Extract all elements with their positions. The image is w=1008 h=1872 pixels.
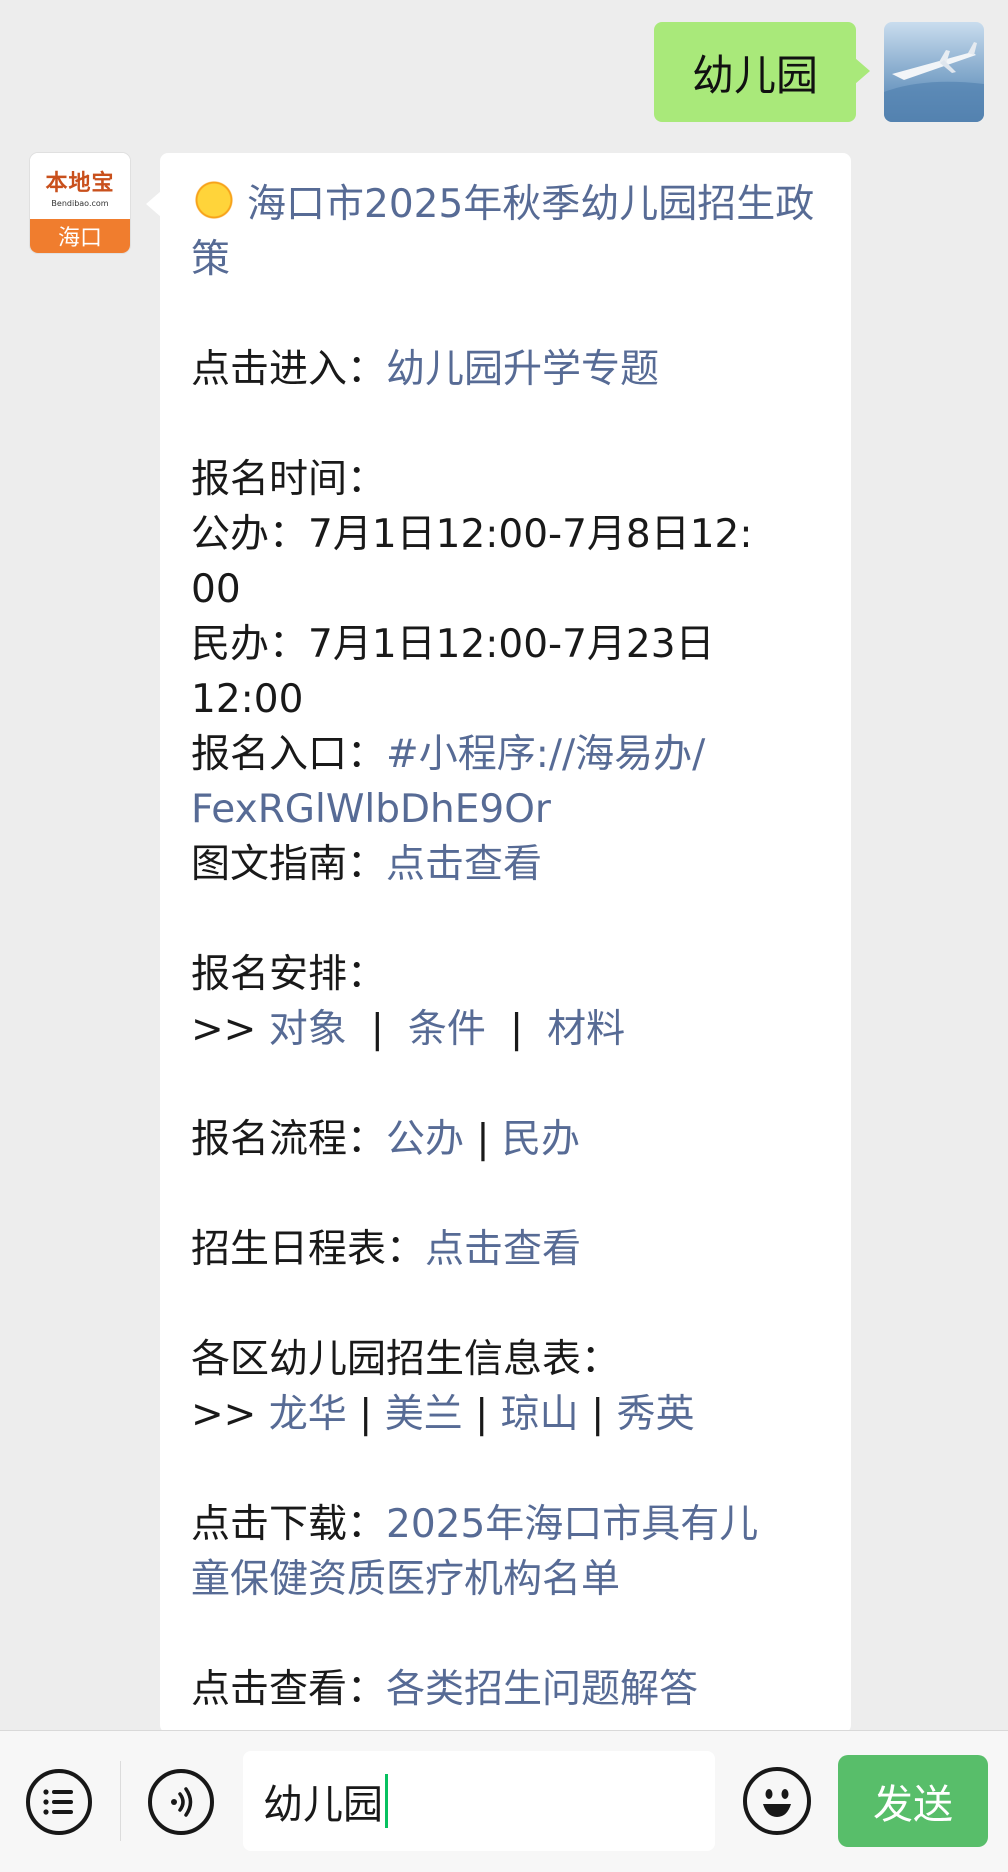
district-heading: 各区幼儿园招生信息表： [191, 1337, 621, 1382]
outgoing-message-row: 幼儿园 [653, 22, 984, 122]
download-link-cont[interactable]: 童保健资质医疗机构名单 [191, 1552, 821, 1607]
incoming-message-bubble: 海口市2025年秋季幼儿园招生政策 点击进入：幼儿园升学专题 报名时间： 公办：… [146, 153, 851, 1733]
flow-link-public[interactable]: 公办 [386, 1117, 464, 1162]
district-prefix: >> [191, 1392, 269, 1437]
time-public-line-1: 公办：7月1日12:00-7月8日12: [191, 512, 753, 557]
avatar-brand: 本地宝 [45, 169, 115, 196]
arrange-link-materials[interactable]: 材料 [547, 1007, 625, 1052]
guide-link[interactable]: 点击查看 [386, 842, 542, 887]
schedule-label: 招生日程表： [191, 1227, 426, 1272]
time-private-line-2: 12:00 [191, 677, 304, 722]
bar-divider [120, 1761, 121, 1841]
avatar-city: 海口 [30, 219, 130, 253]
district-line: >> 龙华 | 美兰 | 琼山 | 秀英 [191, 1392, 695, 1437]
faq-line: 点击查看：各类招生问题解答 [191, 1662, 821, 1717]
entrance-link[interactable]: #小程序://海易办/ [386, 732, 705, 777]
avatar-brand-sub: Bendibao.com [51, 198, 109, 208]
district-link-meilan[interactable]: 美兰 [385, 1392, 463, 1437]
flow-link-private[interactable]: 民办 [502, 1117, 580, 1162]
text-caret [385, 1774, 388, 1828]
bendibao-avatar[interactable]: 本地宝 Bendibao.com 海口 [30, 153, 130, 253]
message-title-line[interactable]: 海口市2025年秋季幼儿园招生政策 [191, 177, 821, 287]
voice-input-icon[interactable] [148, 1769, 214, 1835]
entry-line: 点击进入：幼儿园升学专题 [191, 342, 821, 397]
outgoing-message-bubble[interactable]: 幼儿园 [653, 22, 871, 122]
flow-line: 报名流程：公办 | 民办 [191, 1117, 580, 1162]
arrange-link-conditions[interactable]: 条件 [408, 1007, 486, 1052]
arrange-heading: 报名安排： [191, 952, 387, 997]
time-heading: 报名时间： [191, 457, 387, 502]
airplane-icon [884, 42, 984, 122]
emoji-icon[interactable] [743, 1767, 811, 1835]
guide-line: 图文指南：点击查看 [191, 837, 821, 892]
faq-label: 点击查看： [191, 1667, 387, 1712]
download-label: 点击下载： [191, 1502, 387, 1547]
entrance-line: 报名入口：#小程序://海易办/ [191, 727, 821, 782]
district-link-longhua[interactable]: 龙华 [269, 1392, 347, 1437]
district-link-qiongshan[interactable]: 琼山 [501, 1392, 579, 1437]
sun-emoji-icon [191, 177, 237, 223]
arrange-line: >> 对象 | 条件 | 材料 [191, 1007, 626, 1052]
sound-wave-icon [171, 1787, 193, 1817]
entry-label: 点击进入： [191, 347, 387, 392]
message-input[interactable]: 幼儿园 [243, 1751, 715, 1851]
avatar-logo: 本地宝 Bendibao.com [30, 153, 130, 219]
send-button[interactable]: 发送 [838, 1755, 988, 1847]
entrance-link-cont[interactable]: FexRGlWlbDhE9Or [191, 782, 821, 837]
faq-link[interactable]: 各类招生问题解答 [386, 1667, 698, 1712]
outgoing-message-text: 幼儿园 [691, 50, 818, 100]
flow-label: 报名流程： [191, 1117, 387, 1162]
time-private-line-1: 民办：7月1日12:00-7月23日 [191, 622, 715, 667]
entry-link[interactable]: 幼儿园升学专题 [386, 347, 659, 392]
download-link[interactable]: 2025年海口市具有儿 [386, 1502, 758, 1547]
menu-list-icon[interactable] [26, 1769, 92, 1835]
chat-input-bar: 幼儿园 发送 [0, 1730, 1008, 1872]
schedule-link[interactable]: 点击查看 [425, 1227, 581, 1272]
smiley-face-icon [763, 1789, 791, 1817]
arrange-prefix: >> [191, 1007, 269, 1052]
guide-label: 图文指南： [191, 842, 387, 887]
schedule-line: 招生日程表：点击查看 [191, 1222, 821, 1277]
list-icon [43, 1789, 73, 1815]
message-input-value: 幼儿园 [263, 1782, 383, 1828]
message-title[interactable]: 海口市2025年秋季幼儿园招生政策 [191, 182, 814, 282]
user-avatar[interactable] [884, 22, 984, 122]
entrance-label: 报名入口： [191, 732, 387, 777]
district-link-xiuying[interactable]: 秀英 [617, 1392, 695, 1437]
time-public-line-2: 00 [191, 567, 241, 612]
download-line: 点击下载：2025年海口市具有儿 [191, 1497, 821, 1552]
arrange-link-target[interactable]: 对象 [269, 1007, 347, 1052]
